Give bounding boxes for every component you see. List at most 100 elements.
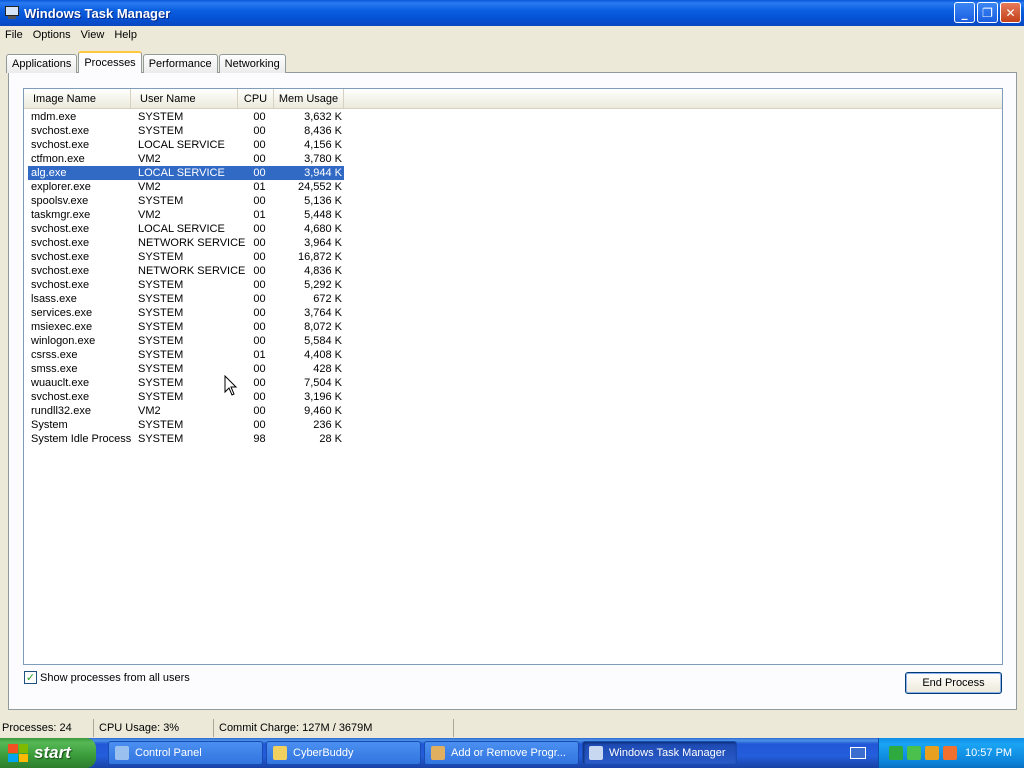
process-name: svchost.exe: [31, 391, 90, 403]
column-cpu[interactable]: CPU: [238, 89, 274, 109]
mouse-cursor-icon: [224, 375, 238, 396]
table-row[interactable]: System SYSTEM 00 236 K: [28, 418, 344, 432]
clock[interactable]: 10:57 PM: [965, 747, 1012, 759]
tray-buddy-icon[interactable]: [925, 746, 939, 760]
process-name: wuauclt.exe: [31, 377, 90, 389]
table-row[interactable]: svchost.exe SYSTEM 00 5,292 K: [28, 278, 344, 292]
process-user: LOCAL SERVICE: [138, 223, 225, 235]
process-mem: 3,944 K: [304, 167, 342, 179]
table-row[interactable]: svchost.exe SYSTEM 00 16,872 K: [28, 250, 344, 264]
taskbar-button[interactable]: CyberBuddy: [266, 741, 421, 765]
table-row[interactable]: mdm.exe SYSTEM 00 3,632 K: [28, 110, 344, 124]
menu-view[interactable]: View: [76, 29, 110, 41]
process-mem: 8,072 K: [304, 321, 342, 333]
title-bar[interactable]: Windows Task Manager _ ❐ ✕: [0, 0, 1024, 26]
taskbar-button[interactable]: Control Panel: [108, 741, 263, 765]
column-image-name[interactable]: Image Name: [24, 89, 131, 109]
table-row[interactable]: smss.exe SYSTEM 00 428 K: [28, 362, 344, 376]
end-process-button[interactable]: End Process: [905, 672, 1002, 694]
tray-shield-icon[interactable]: [907, 746, 921, 760]
table-row[interactable]: explorer.exe VM2 01 24,552 K: [28, 180, 344, 194]
tray-network-icon[interactable]: [889, 746, 903, 760]
table-row[interactable]: services.exe SYSTEM 00 3,764 K: [28, 306, 344, 320]
table-row[interactable]: winlogon.exe SYSTEM 00 5,584 K: [28, 334, 344, 348]
close-button[interactable]: ✕: [1000, 2, 1021, 23]
table-row[interactable]: rundll32.exe VM2 00 9,460 K: [28, 404, 344, 418]
tab-applications[interactable]: Applications: [6, 54, 78, 73]
menu-bar: File Options View Help: [0, 26, 1024, 44]
table-row[interactable]: csrss.exe SYSTEM 01 4,408 K: [28, 348, 344, 362]
column-user-name[interactable]: User Name: [131, 89, 238, 109]
table-row[interactable]: alg.exe LOCAL SERVICE 00 3,944 K: [28, 166, 344, 180]
maximize-button[interactable]: ❐: [977, 2, 998, 23]
process-mem: 4,156 K: [304, 139, 342, 151]
process-cpu: 00: [253, 223, 266, 235]
process-name: spoolsv.exe: [31, 195, 89, 207]
process-mem: 3,632 K: [304, 111, 342, 123]
process-user: SYSTEM: [138, 349, 184, 361]
process-name: svchost.exe: [31, 139, 90, 151]
table-row[interactable]: svchost.exe NETWORK SERVICE 00 3,964 K: [28, 236, 344, 250]
process-cpu: 00: [253, 125, 266, 137]
taskbar-app-icon: [431, 746, 445, 760]
process-list[interactable]: Image Name User Name CPU Mem Usage mdm.e…: [23, 88, 1003, 665]
process-user: VM2: [138, 405, 161, 417]
tab-networking[interactable]: Networking: [218, 54, 286, 73]
keyboard-icon[interactable]: [850, 747, 866, 759]
process-user: SYSTEM: [138, 125, 184, 137]
process-name: svchost.exe: [31, 279, 90, 291]
table-row[interactable]: lsass.exe SYSTEM 00 672 K: [28, 292, 344, 306]
tray-search-icon[interactable]: [943, 746, 957, 760]
tab-performance[interactable]: Performance: [142, 54, 218, 73]
minimize-button[interactable]: _: [954, 2, 975, 23]
window-title: Windows Task Manager: [24, 5, 171, 21]
column-mem-usage[interactable]: Mem Usage: [274, 89, 344, 109]
table-row[interactable]: wuauclt.exe SYSTEM 00 7,504 K: [28, 376, 344, 390]
menu-options[interactable]: Options: [28, 29, 76, 41]
process-cpu: 00: [253, 153, 266, 165]
process-mem: 8,436 K: [304, 125, 342, 137]
table-row[interactable]: svchost.exe SYSTEM 00 8,436 K: [28, 124, 344, 138]
process-mem: 7,504 K: [304, 377, 342, 389]
status-processes: Processes: 24: [0, 719, 94, 737]
process-user: VM2: [138, 153, 161, 165]
process-mem: 4,408 K: [304, 349, 342, 361]
show-all-users-row[interactable]: ✓ Show processes from all users: [24, 671, 190, 684]
process-name: System Idle Process: [31, 433, 132, 445]
process-mem: 5,292 K: [304, 279, 342, 291]
show-all-users-checkbox[interactable]: ✓: [24, 671, 37, 684]
table-row[interactable]: spoolsv.exe SYSTEM 00 5,136 K: [28, 194, 344, 208]
process-user: SYSTEM: [138, 307, 184, 319]
process-cpu: 00: [253, 335, 266, 347]
table-row[interactable]: svchost.exe SYSTEM 00 3,196 K: [28, 390, 344, 404]
process-mem: 3,196 K: [304, 391, 342, 403]
taskbar-button[interactable]: Windows Task Manager: [582, 741, 737, 765]
table-row[interactable]: svchost.exe NETWORK SERVICE 00 4,836 K: [28, 264, 344, 278]
process-mem: 16,872 K: [297, 251, 342, 263]
process-user: VM2: [138, 209, 161, 221]
process-name: msiexec.exe: [31, 321, 93, 333]
process-cpu: 01: [253, 181, 266, 193]
taskbar-button-label: Add or Remove Progr...: [451, 747, 566, 759]
process-cpu: 00: [253, 293, 266, 305]
table-row[interactable]: ctfmon.exe VM2 00 3,780 K: [28, 152, 344, 166]
process-mem: 4,836 K: [304, 265, 342, 277]
process-user: SYSTEM: [138, 419, 184, 431]
process-user: LOCAL SERVICE: [138, 139, 225, 151]
process-name: svchost.exe: [31, 223, 90, 235]
taskbar-button[interactable]: Add or Remove Progr...: [424, 741, 579, 765]
process-name: svchost.exe: [31, 251, 90, 263]
table-row[interactable]: taskmgr.exe VM2 01 5,448 K: [28, 208, 344, 222]
process-cpu: 00: [253, 111, 266, 123]
show-all-users-label[interactable]: Show processes from all users: [40, 672, 190, 684]
start-button[interactable]: start: [0, 738, 96, 768]
table-row[interactable]: msiexec.exe SYSTEM 00 8,072 K: [28, 320, 344, 334]
tab-processes[interactable]: Processes: [78, 51, 142, 73]
menu-help[interactable]: Help: [109, 29, 142, 41]
menu-file[interactable]: File: [0, 29, 28, 41]
process-mem: 236 K: [313, 419, 342, 431]
table-row[interactable]: svchost.exe LOCAL SERVICE 00 4,680 K: [28, 222, 344, 236]
taskbar-tasks: Control Panel CyberBuddy Add or Remove Pro…: [108, 741, 737, 765]
table-row[interactable]: System Idle Process SYSTEM 98 28 K: [28, 432, 344, 446]
table-row[interactable]: svchost.exe LOCAL SERVICE 00 4,156 K: [28, 138, 344, 152]
